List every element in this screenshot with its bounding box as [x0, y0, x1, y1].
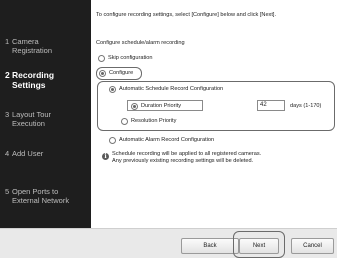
- step-label: Recording: [12, 70, 55, 80]
- configure-radio[interactable]: [99, 70, 106, 77]
- duration-days-input[interactable]: 42: [257, 100, 285, 111]
- duration-priority-label[interactable]: Duration Priority: [141, 103, 181, 109]
- step-add-user: 4 Add User: [0, 149, 91, 158]
- main-content: To configure recording settings, select …: [91, 0, 337, 228]
- next-button[interactable]: Next: [239, 238, 279, 254]
- step-recording-settings: 2 Recording Settings: [0, 70, 91, 90]
- auto-schedule-label[interactable]: Automatic Schedule Record Configuration: [119, 86, 223, 92]
- step-camera-registration: 1 Camera Registration: [0, 37, 91, 55]
- auto-schedule-radio[interactable]: [109, 86, 116, 93]
- resolution-priority-radio[interactable]: [121, 118, 128, 125]
- wizard-footer: Back Next Cancel: [0, 228, 337, 258]
- wizard-steps-sidebar: 1 Camera Registration 2 Recording Settings…: [0, 0, 91, 228]
- step-label: Layout Tour: [12, 110, 52, 119]
- back-button[interactable]: Back: [181, 238, 239, 254]
- step-layout-tour-execution: 3 Layout Tour Execution: [0, 110, 91, 128]
- auto-alarm-radio[interactable]: [109, 137, 116, 144]
- instruction-text: To configure recording settings, select …: [96, 12, 277, 18]
- note-line-1: Schedule recording will be applied to al…: [112, 151, 262, 157]
- step-label-line2: Registration: [12, 46, 53, 55]
- configure-label[interactable]: Configure: [109, 70, 133, 76]
- step-label-line2: External Network: [12, 196, 70, 205]
- skip-configuration-radio[interactable]: [98, 55, 105, 62]
- step-number: 1: [5, 37, 10, 46]
- step-label: Camera: [12, 37, 39, 46]
- duration-priority-radio[interactable]: [131, 103, 138, 110]
- step-label-line2: Execution: [12, 119, 45, 128]
- step-number: 3: [5, 110, 10, 119]
- step-number: 5: [5, 187, 10, 196]
- resolution-priority-label[interactable]: Resolution Priority: [131, 118, 176, 124]
- section-label: Configure schedule/alarm recording: [96, 40, 185, 46]
- step-label: Add User: [12, 149, 44, 158]
- step-label-line2: Settings: [12, 80, 46, 90]
- skip-configuration-label[interactable]: Skip configuration: [108, 55, 152, 61]
- step-open-ports: 5 Open Ports to External Network: [0, 187, 91, 205]
- step-label: Open Ports to: [12, 187, 59, 196]
- days-range-label: days (1-170): [290, 103, 322, 109]
- cancel-button[interactable]: Cancel: [291, 238, 334, 254]
- auto-alarm-label[interactable]: Automatic Alarm Record Configuration: [119, 137, 214, 143]
- setup-wizard-window: 1 Camera Registration 2 Recording Settings…: [0, 0, 337, 258]
- note-line-2: Any previously existing recording settin…: [112, 158, 254, 164]
- step-number: 4: [5, 149, 10, 158]
- info-icon: i: [102, 153, 109, 160]
- step-number: 2: [5, 70, 10, 80]
